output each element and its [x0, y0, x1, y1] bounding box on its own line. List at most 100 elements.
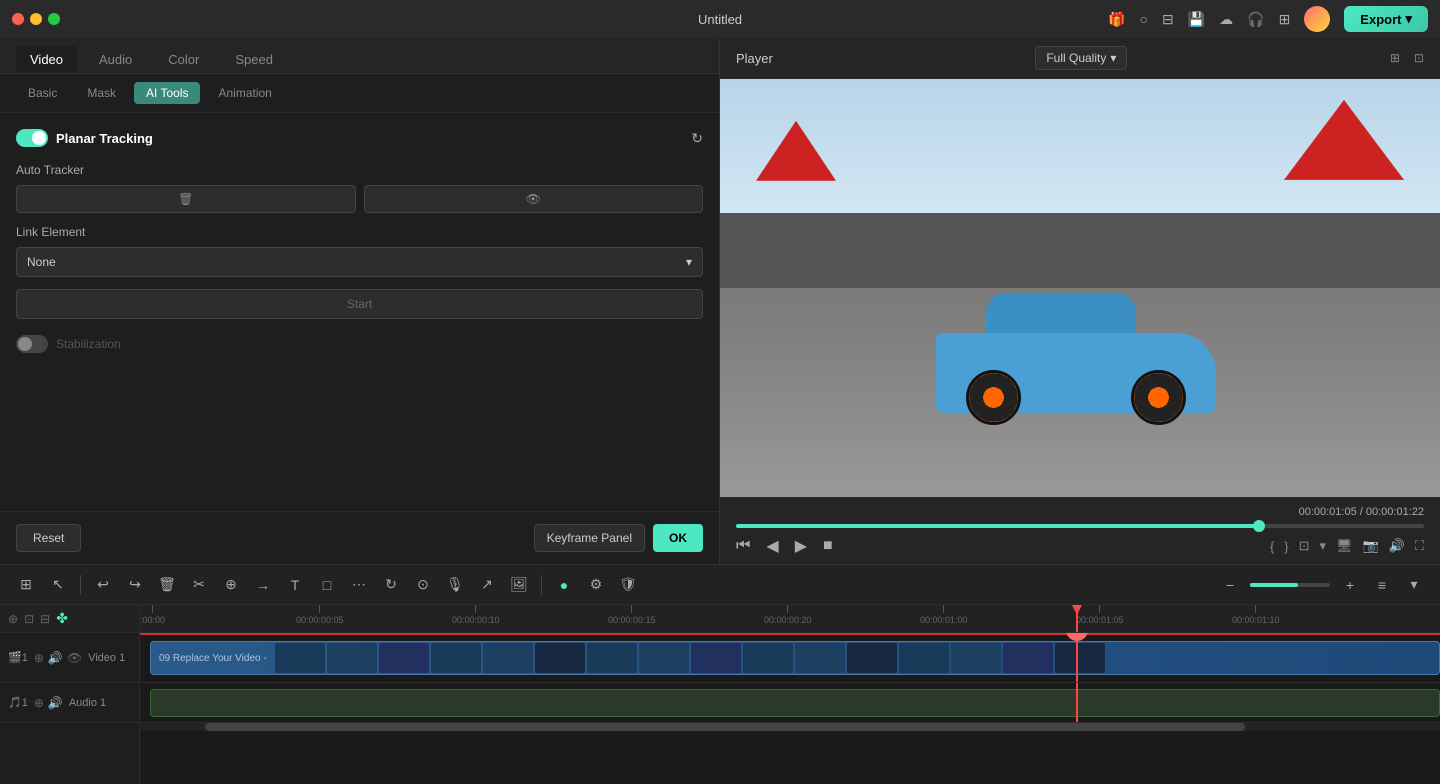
tracker-eye-btn[interactable]: 👁 [364, 185, 704, 213]
control-right: { } ⊡ ▾ 🖥 📷 🔊 ⛶ [1270, 538, 1424, 554]
avatar[interactable] [1304, 6, 1330, 32]
tool-shape[interactable]: □ [313, 571, 341, 599]
tool-cut[interactable]: ✂ [185, 571, 213, 599]
audio-add-icon[interactable]: ⊕ [34, 696, 44, 710]
link-element-select[interactable]: None ▾ [16, 247, 703, 277]
zoom-in-icon[interactable]: + [1336, 571, 1364, 599]
tab-audio[interactable]: Audio [85, 46, 146, 73]
volume-icon[interactable]: 🔊 [1389, 538, 1405, 554]
add-media-icon[interactable]: ✤ [56, 610, 68, 627]
zoom-out-icon[interactable]: − [1216, 571, 1244, 599]
close-button[interactable] [12, 13, 24, 25]
tool-circle[interactable]: ⊙ [409, 571, 437, 599]
square-icon[interactable]: ■ [823, 537, 833, 555]
grid-icon[interactable]: ⊞ [1279, 11, 1291, 28]
layout-icon[interactable]: ⊟ [1162, 11, 1174, 28]
tab-color[interactable]: Color [154, 46, 213, 73]
audio-vol-icon[interactable]: 🔊 [48, 696, 63, 710]
thumb-3 [379, 643, 429, 673]
tab-speed[interactable]: Speed [221, 46, 287, 73]
maximize-button[interactable] [48, 13, 60, 25]
step-back-icon[interactable]: ◀ [766, 536, 778, 556]
tool-delete[interactable]: 🗑 [153, 571, 181, 599]
tool-add[interactable]: ⊕ [217, 571, 245, 599]
bracket-left-icon[interactable]: { [1270, 539, 1274, 554]
subtab-mask[interactable]: Mask [75, 82, 128, 104]
video-eye-icon[interactable]: 👁 [67, 651, 82, 665]
current-time: 00:00:01:05 [1299, 506, 1357, 518]
subtab-aitools[interactable]: AI Tools [134, 82, 200, 104]
caption-icon[interactable]: ⊟ [40, 612, 50, 626]
timeline-scrollbar[interactable] [140, 723, 1440, 731]
add-track-icon[interactable]: ⊕ [8, 612, 18, 626]
monitor-icon[interactable]: 🖥 [1336, 538, 1353, 554]
camera-icon[interactable]: 📷 [1363, 538, 1379, 554]
ok-button[interactable]: OK [653, 524, 703, 552]
minimize-button[interactable] [30, 13, 42, 25]
tool-record[interactable]: ● [550, 571, 578, 599]
tool-forward[interactable]: → [249, 571, 277, 599]
progress-bar[interactable] [736, 524, 1424, 528]
tracker-delete-btn[interactable]: 🗑 [16, 185, 356, 213]
audio-clip[interactable] [150, 689, 1440, 717]
audio-track-icons: ⊕ 🔊 [34, 696, 63, 710]
play-icon[interactable]: ▶ [795, 536, 807, 556]
subtitle-icon[interactable]: ⊡ [24, 612, 34, 626]
tool-list[interactable]: ≡ [1368, 571, 1396, 599]
planar-tracking-label: Planar Tracking [56, 131, 153, 146]
video-add-icon[interactable]: ⊕ [34, 651, 44, 665]
gift-icon[interactable]: 🎁 [1108, 11, 1125, 28]
tool-settings[interactable]: ⚙ [582, 571, 610, 599]
planar-tracking-toggle[interactable] [16, 129, 48, 147]
zoom-slider[interactable] [1250, 583, 1330, 587]
video-clip[interactable]: 09 Replace Your Video - [150, 641, 1440, 675]
video-track-num: 🎬1 [8, 651, 28, 664]
grid-view-icon[interactable]: ⊞ [1390, 51, 1400, 65]
tool-export[interactable]: ↗ [473, 571, 501, 599]
tool-refresh[interactable]: ↻ [377, 571, 405, 599]
player-controls: 00:00:01:05 / 00:00:01:22 ⏮ ◀ ▶ ■ { } ⊡ [720, 497, 1440, 564]
ruler: :00:00 00:00:00:05 00:00:00:10 00:00:00:… [140, 605, 1440, 633]
track-headers: ⊕ ⊡ ⊟ ✤ 🎬1 ⊕ 🔊 👁 Video 1 🎵1 ⊕ 🔊 [0, 605, 140, 784]
video-track-row: 09 Replace Your Video - [140, 633, 1440, 683]
fullscreen-icon[interactable]: ⛶ [1415, 538, 1424, 554]
skip-back-icon[interactable]: ⏮ [736, 537, 750, 555]
down-icon[interactable]: ▾ [1319, 538, 1326, 554]
headphone-icon[interactable]: 🎧 [1247, 11, 1264, 28]
export-button[interactable]: Export ▾ [1344, 6, 1428, 32]
progress-thumb[interactable] [1253, 520, 1265, 532]
tool-layout[interactable]: ⊞ [12, 571, 40, 599]
subtab-animation[interactable]: Animation [206, 82, 283, 104]
tool-redo[interactable]: ↪ [121, 571, 149, 599]
quality-selector[interactable]: Full Quality ▾ [1035, 46, 1127, 70]
expand-icon[interactable]: ⊡ [1414, 51, 1424, 65]
stabilization-toggle[interactable] [16, 335, 48, 353]
tool-text[interactable]: T [281, 571, 309, 599]
video-vol-icon[interactable]: 🔊 [48, 651, 63, 665]
keyframe-panel-button[interactable]: Keyframe Panel [534, 524, 645, 552]
refresh-icon[interactable]: ↻ [691, 130, 703, 147]
link-element-section: Link Element None ▾ Start [16, 225, 703, 319]
total-time: 00:00:01:22 [1366, 506, 1424, 518]
tool-shield[interactable]: 🛡 [614, 571, 642, 599]
thumb-4 [431, 643, 481, 673]
tab-video[interactable]: Video [16, 46, 77, 73]
video-track-label: Video 1 [88, 652, 125, 664]
tool-mic[interactable]: 🎙 [441, 571, 469, 599]
tool-expand[interactable]: ▾ [1400, 571, 1428, 599]
subtab-basic[interactable]: Basic [16, 82, 69, 104]
bracket-right-icon[interactable]: } [1284, 539, 1288, 554]
scrollbar-thumb[interactable] [205, 723, 1245, 731]
tool-undo[interactable]: ↩ [89, 571, 117, 599]
player-label: Player [736, 51, 773, 66]
cloud-icon[interactable]: ☁ [1219, 11, 1233, 28]
tool-select[interactable]: ↖ [44, 571, 72, 599]
thumb-12 [847, 643, 897, 673]
save-icon[interactable]: 💾 [1188, 11, 1205, 28]
reset-button[interactable]: Reset [16, 524, 81, 552]
tool-more[interactable]: ⋯ [345, 571, 373, 599]
tool-image[interactable]: 🖼 [505, 571, 533, 599]
clip-icon[interactable]: ⊡ [1299, 538, 1310, 554]
start-button[interactable]: Start [16, 289, 703, 319]
circle-icon[interactable]: ○ [1139, 11, 1147, 27]
